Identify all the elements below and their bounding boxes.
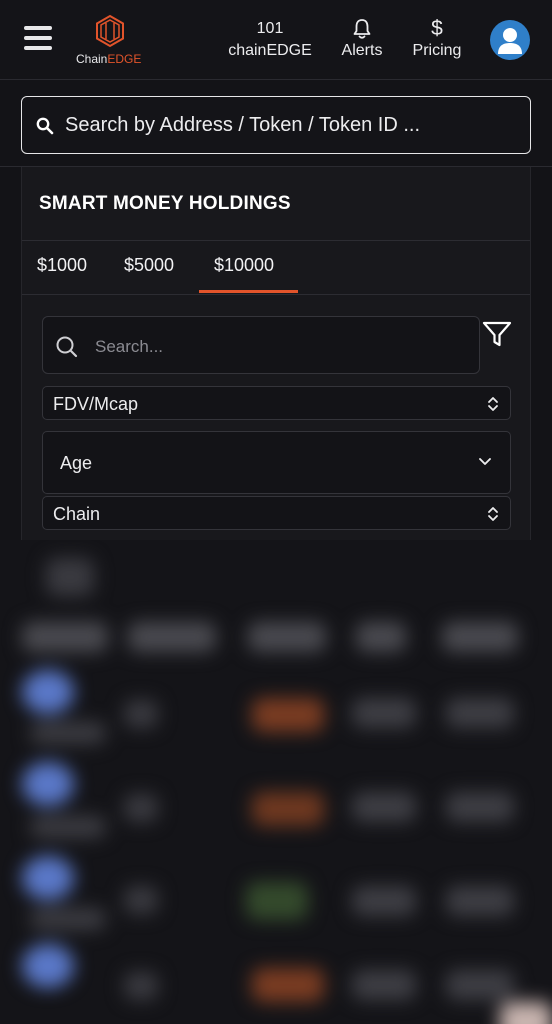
blur-block bbox=[22, 762, 74, 806]
blur-block bbox=[124, 700, 158, 728]
age-select[interactable]: Age bbox=[42, 431, 511, 494]
blur-block bbox=[352, 792, 416, 822]
hexagon-logo-icon bbox=[96, 14, 124, 48]
blur-block bbox=[30, 816, 106, 838]
holdings-search-input[interactable]: Search... bbox=[42, 316, 480, 374]
top-header: ChainEDGE 101 chainEDGE Alerts $ Pricing bbox=[0, 0, 552, 80]
divider bbox=[22, 294, 530, 295]
fdv-mcap-value: FDV/Mcap bbox=[53, 394, 139, 414]
nav-chainedge-label: chainEDGE bbox=[228, 42, 312, 59]
blur-block bbox=[252, 698, 324, 732]
fdv-mcap-select[interactable]: FDV/Mcap bbox=[42, 386, 511, 420]
blur-block bbox=[352, 886, 416, 916]
card-title: SMART MONEY HOLDINGS bbox=[39, 193, 291, 214]
age-value: Age bbox=[60, 453, 93, 473]
global-search-input[interactable]: Search by Address / Token / Token ID ... bbox=[21, 96, 531, 154]
search-icon bbox=[36, 117, 54, 135]
blur-block bbox=[252, 968, 324, 1002]
chevron-down-icon bbox=[479, 458, 491, 465]
chainedge-logo[interactable]: ChainEDGE bbox=[76, 14, 146, 68]
nav-chainedge-number: 101 bbox=[256, 20, 284, 37]
blur-block bbox=[22, 944, 74, 988]
global-search-placeholder: Search by Address / Token / Token ID ... bbox=[65, 114, 421, 136]
blur-block bbox=[22, 622, 108, 652]
search-icon bbox=[56, 336, 78, 358]
blur-block bbox=[246, 882, 308, 920]
smart-money-holdings-card: SMART MONEY HOLDINGS $1000 $5000 $10000 … bbox=[21, 167, 531, 547]
user-avatar-icon[interactable] bbox=[490, 20, 530, 60]
blur-block bbox=[446, 698, 514, 728]
menu-icon[interactable] bbox=[24, 26, 52, 54]
bell-icon bbox=[334, 18, 390, 40]
blur-block bbox=[30, 908, 106, 930]
global-search-bar: Search by Address / Token / Token ID ... bbox=[0, 81, 552, 167]
active-tab-indicator bbox=[199, 290, 298, 293]
nav-alerts-label: Alerts bbox=[341, 42, 383, 59]
blur-block bbox=[46, 558, 94, 596]
tab-1000[interactable]: $1000 bbox=[37, 255, 87, 276]
blur-block bbox=[352, 698, 416, 728]
blurred-holdings-table bbox=[0, 540, 552, 1024]
blur-block bbox=[446, 792, 514, 822]
updown-chevron-icon bbox=[488, 507, 498, 521]
blur-block bbox=[22, 856, 74, 900]
tab-10000[interactable]: $10000 bbox=[214, 255, 274, 276]
divider bbox=[22, 240, 530, 241]
blurred-content bbox=[0, 540, 552, 1024]
nav-pricing[interactable]: $ Pricing bbox=[404, 18, 470, 62]
filter-icon[interactable] bbox=[481, 319, 513, 351]
blur-block bbox=[22, 670, 74, 714]
holdings-search-placeholder: Search... bbox=[95, 337, 164, 356]
blur-block bbox=[442, 622, 518, 652]
nav-pricing-label: Pricing bbox=[412, 42, 462, 59]
blur-block bbox=[128, 622, 216, 652]
blur-block bbox=[124, 794, 158, 822]
chain-value: Chain bbox=[53, 504, 101, 524]
blur-block bbox=[356, 622, 406, 652]
chain-select[interactable]: Chain bbox=[42, 496, 511, 530]
blur-block bbox=[252, 792, 324, 826]
nav-alerts[interactable]: Alerts bbox=[334, 18, 390, 62]
blur-block bbox=[446, 886, 514, 916]
blur-block bbox=[446, 970, 514, 1000]
blur-block bbox=[500, 1002, 552, 1024]
nav-chainedge[interactable]: 101 chainEDGE bbox=[222, 18, 318, 62]
tab-5000[interactable]: $5000 bbox=[124, 255, 174, 276]
blur-block bbox=[352, 970, 416, 1000]
dollar-icon: $ bbox=[431, 17, 443, 40]
logo-wordmark: ChainEDGE bbox=[76, 52, 142, 66]
blur-block bbox=[248, 622, 326, 652]
blur-block bbox=[124, 886, 158, 914]
updown-chevron-icon bbox=[488, 397, 498, 411]
blur-block bbox=[30, 722, 106, 744]
blur-block bbox=[124, 972, 158, 1000]
